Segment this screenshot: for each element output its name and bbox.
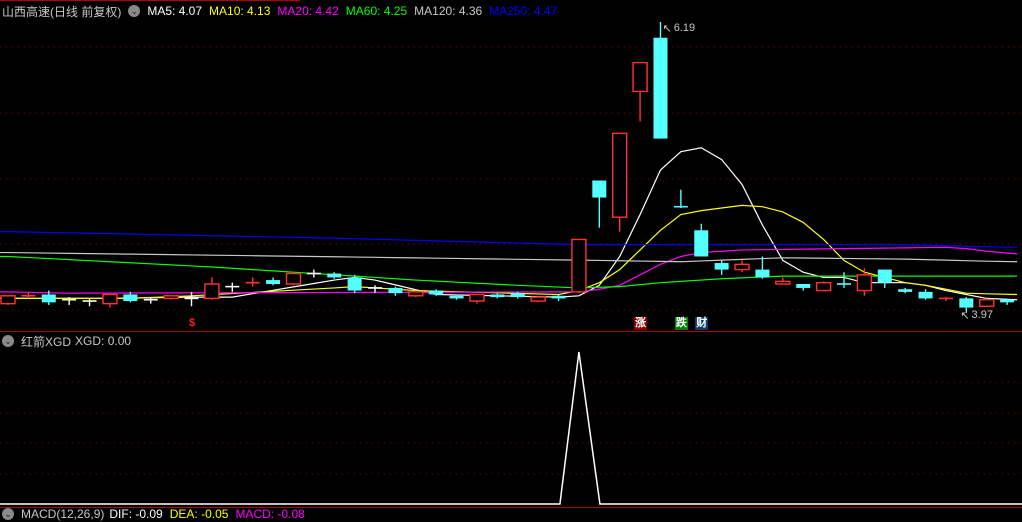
signal-marker: 财 — [695, 317, 709, 330]
candle-body — [163, 295, 179, 300]
candle-body — [612, 132, 628, 218]
candle-body — [408, 291, 424, 297]
high-price-value: 6.19 — [673, 22, 696, 34]
candle-body — [898, 289, 913, 292]
signal-marker: 跌 — [674, 317, 688, 330]
candle-body — [592, 180, 607, 198]
high-price-label: ↖ 6.19 — [662, 22, 696, 35]
candle-body — [877, 269, 892, 283]
candle-body — [694, 230, 709, 257]
candle-body — [347, 277, 362, 291]
candle-body — [449, 295, 464, 299]
candle-body — [41, 294, 56, 303]
candle-body — [755, 269, 770, 278]
candle-body — [469, 293, 485, 302]
candle-body — [918, 291, 933, 299]
candle-body — [102, 293, 118, 305]
candle-body — [0, 295, 16, 305]
candle-body — [571, 238, 587, 293]
candle-body — [856, 274, 873, 292]
candle-body — [285, 272, 302, 285]
candle-body — [551, 295, 566, 299]
candle-body — [653, 37, 668, 139]
ma120-line — [0, 251, 1018, 263]
candle-body — [714, 263, 729, 270]
candle-body — [490, 294, 505, 298]
candle-body — [530, 296, 546, 302]
candle-body — [734, 263, 750, 271]
low-price-label: ↖ 3.97 — [960, 309, 993, 322]
candle-body — [510, 293, 525, 298]
signal-marker: 涨 — [634, 317, 648, 330]
candle-body — [1000, 299, 1015, 303]
candle-body — [204, 283, 220, 300]
candle-body — [775, 280, 791, 285]
candle-body — [388, 287, 403, 294]
candle-body — [796, 284, 811, 288]
candle-body — [632, 61, 648, 93]
xgd-line — [0, 351, 1022, 505]
candle-body — [123, 294, 138, 302]
candle-body — [979, 299, 995, 307]
candle-body — [815, 281, 832, 292]
signal-marker: $ — [188, 317, 196, 329]
candle-body — [266, 280, 281, 284]
candle-body — [327, 273, 342, 278]
candle-body — [429, 290, 444, 295]
kline-chart[interactable] — [0, 0, 1022, 521]
ma250-line — [0, 231, 1018, 248]
low-price-value: 3.97 — [971, 309, 993, 321]
